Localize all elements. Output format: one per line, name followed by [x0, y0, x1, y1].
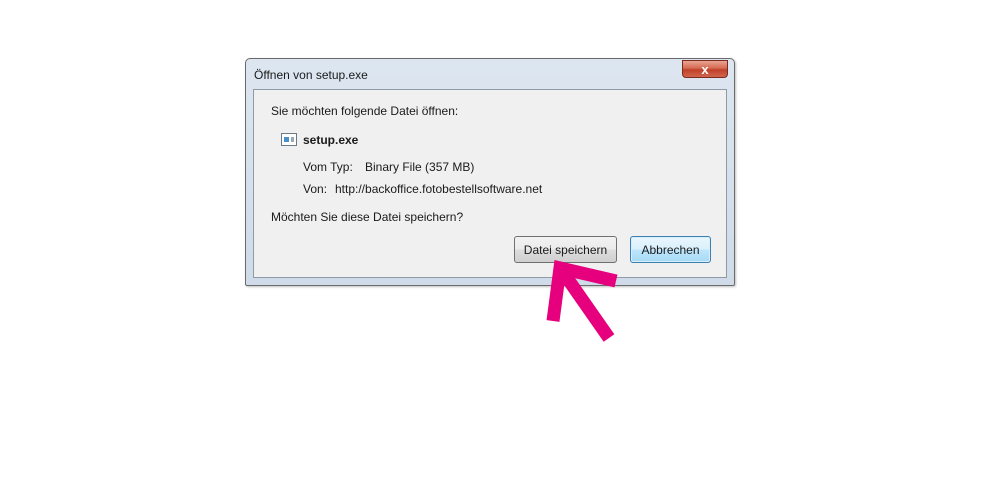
arrow-icon: [546, 260, 618, 342]
pointer-arrow-annotation: [546, 260, 618, 342]
